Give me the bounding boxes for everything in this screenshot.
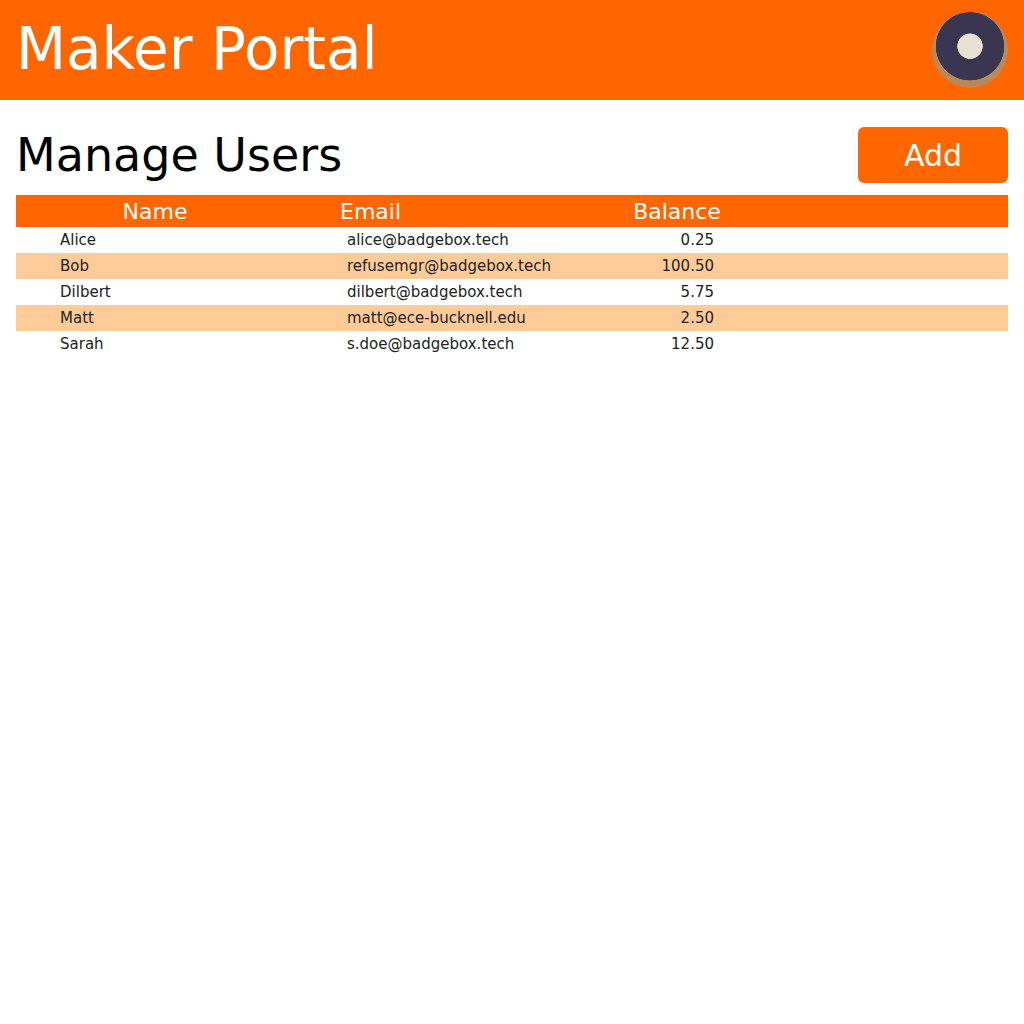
name-cell: Matt xyxy=(16,309,294,327)
main-content: Manage UsersAddNameEmailBalanceAlicealic… xyxy=(0,100,1024,373)
page-toolbar: Manage Users Add xyxy=(16,127,1008,183)
balance-cell: 100.50 xyxy=(624,257,730,275)
table-row[interactable]: Sarahs.doe@badgebox.tech12.50 xyxy=(16,331,1008,357)
column-header[interactable]: Balance xyxy=(624,199,730,224)
balance-cell: 5.75 xyxy=(624,283,730,301)
table-row[interactable]: Bobrefusemgr@badgebox.tech100.50 xyxy=(16,253,1008,279)
name-cell: Alice xyxy=(16,231,294,249)
table-header: NameEmailBalance xyxy=(16,195,1008,227)
table-row[interactable]: Dilbertdilbert@badgebox.tech5.75 xyxy=(16,279,1008,305)
user-avatar[interactable] xyxy=(932,12,1008,88)
balance-cell: 0.25 xyxy=(624,231,730,249)
name-cell: Bob xyxy=(16,257,294,275)
page-heading: Manage Users xyxy=(16,128,342,182)
table-row[interactable]: Mattmatt@ece-bucknell.edu2.50 xyxy=(16,305,1008,331)
users-table: NameEmailBalanceAlicealice@badgebox.tech… xyxy=(16,195,1008,357)
email-cell: dilbert@badgebox.tech xyxy=(294,283,624,301)
add-button[interactable]: Add xyxy=(858,127,1008,183)
app-title: Maker Portal xyxy=(16,18,378,82)
name-cell: Dilbert xyxy=(16,283,294,301)
email-cell: matt@ece-bucknell.edu xyxy=(294,309,624,327)
balance-cell: 12.50 xyxy=(624,335,730,353)
balance-cell: 2.50 xyxy=(624,309,730,327)
email-cell: alice@badgebox.tech xyxy=(294,231,624,249)
column-header[interactable]: Email xyxy=(294,199,624,224)
email-cell: refusemgr@badgebox.tech xyxy=(294,257,624,275)
table-row[interactable]: Alicealice@badgebox.tech0.25 xyxy=(16,227,1008,253)
app-header: Maker Portal xyxy=(0,0,1024,100)
email-cell: s.doe@badgebox.tech xyxy=(294,335,624,353)
name-cell: Sarah xyxy=(16,335,294,353)
column-header[interactable]: Name xyxy=(16,199,294,224)
